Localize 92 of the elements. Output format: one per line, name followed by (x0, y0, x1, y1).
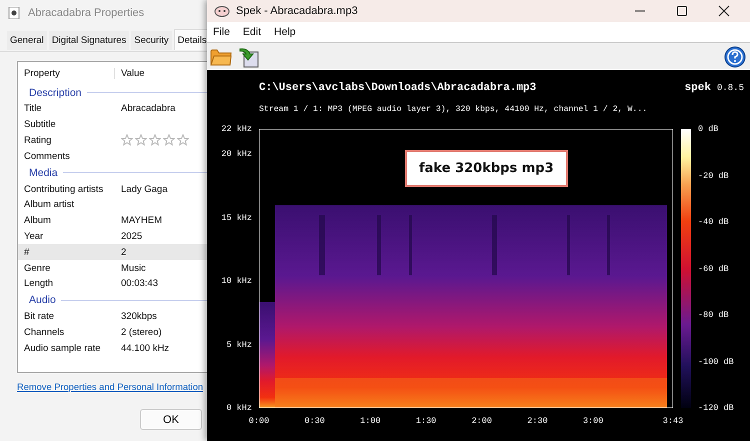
property-name: Length (23, 278, 54, 290)
star-icon (135, 134, 147, 146)
annotation-label: fake 320kbps mp3 (405, 150, 568, 187)
app-name: spek (684, 82, 711, 94)
axis-label: -120 dB (698, 403, 734, 413)
property-row[interactable]: # 2 (18, 244, 207, 260)
menu-item[interactable]: File (213, 26, 230, 38)
tab[interactable]: Digital Signatures (48, 31, 130, 50)
axis-label: 22 kHz (221, 124, 252, 134)
window-title: Spek - Abracadabra.mp3 (236, 5, 358, 17)
property-name: Subtitle (23, 119, 57, 130)
axis-label: -60 dB (698, 264, 729, 274)
property-row[interactable]: Contributing artists Lady Gaga (18, 181, 207, 197)
property-value: Lady Gaga (120, 184, 168, 195)
property-value: 320kbps (120, 311, 157, 322)
group-title: Audio (29, 294, 56, 306)
pig-icon (214, 5, 230, 17)
column-header: Value (120, 68, 145, 78)
axis-label: 15 kHz (221, 212, 252, 223)
property-name: Comments (23, 150, 71, 162)
axis-label: -80 dB (698, 310, 729, 320)
property-row[interactable]: Genre Music (18, 260, 207, 276)
group-title: Description (29, 86, 82, 98)
maximize-icon (676, 5, 688, 17)
axis-label: 0:30 (304, 416, 325, 426)
property-value: 00:03:43 (120, 278, 158, 290)
menu-item[interactable]: Edit (242, 26, 262, 38)
property-value: 44.100 kHz (120, 342, 170, 354)
property-name: Contributing artists (23, 184, 104, 195)
property-row[interactable]: Album artist (18, 196, 207, 213)
property-name: Genre (23, 262, 52, 274)
property-value: 2025 (120, 230, 142, 242)
tab[interactable]: Security (131, 31, 172, 50)
axis-label: 0:00 (248, 416, 270, 426)
property-name: Channels (23, 326, 66, 338)
property-row[interactable]: Year 2025 (18, 228, 207, 244)
axis-label: -40 dB (698, 217, 729, 227)
property-name: Album artist (23, 199, 76, 210)
property-name: Audio sample rate (23, 342, 102, 354)
property-name: Bit rate (23, 311, 56, 322)
tab[interactable]: General (7, 31, 47, 50)
property-value: 2 (120, 246, 126, 258)
property-row[interactable]: Channels 2 (stereo) (18, 324, 207, 340)
help-icon[interactable] (724, 46, 746, 68)
folder-icon[interactable] (210, 46, 232, 66)
column-header: Property (18, 68, 115, 78)
file-path: C:\Users\avclabs\Downloads\Abracadabra.mp3 (259, 82, 536, 94)
axis-label: -20 dB (698, 170, 729, 180)
save-arrow-icon[interactable] (238, 46, 260, 68)
file-icon (8, 6, 20, 18)
property-row[interactable]: Comments (18, 148, 207, 164)
axis-label: 3:00 (582, 416, 604, 426)
axis-label: 3:43 (662, 416, 684, 426)
window-title: Abracadabra Properties (28, 6, 144, 18)
property-row[interactable]: Length 00:03:43 (18, 276, 207, 292)
property-name: # (23, 246, 30, 258)
version-number: 0.8.5 (716, 83, 744, 93)
star-icon (177, 134, 189, 146)
axis-label: 0 dB (698, 124, 718, 134)
property-value: Abracadabra (120, 103, 176, 114)
menu-item[interactable]: Help (274, 26, 296, 38)
property-row[interactable]: Album MAYHEM (18, 212, 207, 229)
axis-label: 5 kHz (226, 340, 252, 350)
axis-label: 0 kHz (226, 403, 252, 413)
axis-label: 2:00 (472, 416, 492, 426)
star-icon (121, 134, 133, 146)
property-value: Music (120, 262, 146, 274)
stream-info: Stream 1 / 1: MP3 (MPEG audio layer 3), 320 kbps, 44100 Hz, channel 1 / 2, W... (258, 104, 648, 116)
star-icon (163, 134, 175, 146)
property-row[interactable]: Rating (18, 132, 207, 148)
property-name: Title (23, 103, 43, 114)
property-value: MAYHEM (120, 215, 162, 226)
property-name: Year (23, 230, 44, 242)
axis-label: 2:30 (527, 416, 548, 426)
group-title: Media (29, 166, 58, 179)
property-name: Rating (23, 134, 52, 146)
property-row[interactable]: Bit rate 320kbps (18, 308, 207, 325)
axis-label: 1:30 (416, 416, 436, 426)
axis-label: 20 kHz (221, 149, 252, 160)
close-icon (718, 5, 730, 17)
axis-label: 10 kHz (221, 276, 252, 286)
property-name: Album (23, 215, 52, 226)
star-icon (149, 134, 161, 146)
axis-label: -100 dB (698, 356, 734, 366)
property-value: 2 (stereo) (120, 326, 162, 338)
property-row[interactable]: Subtitle (18, 116, 207, 133)
remove-properties-link[interactable]: Remove Properties and Personal Information (17, 382, 204, 392)
ok-button[interactable]: OK (140, 409, 202, 430)
axis-label: 1:00 (360, 416, 381, 426)
tab[interactable]: Details (174, 29, 207, 50)
property-row[interactable]: Audio sample rate 44.100 kHz (18, 340, 207, 356)
property-row[interactable]: Title Abracadabra (18, 101, 207, 117)
